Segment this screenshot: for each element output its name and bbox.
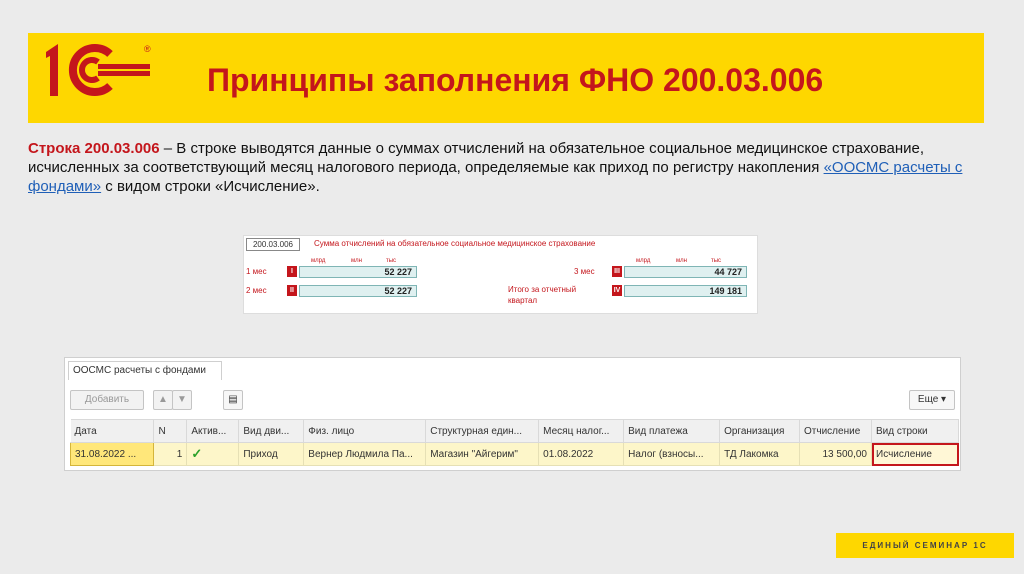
table-row[interactable]: 31.08.2022 ... 1 ✓ Приход Вернер Людмила… <box>69 442 959 466</box>
add-button[interactable]: Добавить <box>70 390 144 410</box>
more-button-label: Еще <box>917 394 939 405</box>
cell-active[interactable]: ✓ <box>186 442 240 466</box>
move-down-icon[interactable]: ▼ <box>172 390 192 410</box>
form-row-label: 3 мес <box>574 267 595 276</box>
tab-oosms[interactable]: ООСМС расчеты с фондами <box>68 361 222 380</box>
form-row-box: III <box>612 266 622 277</box>
paragraph-text-1: – В строке выводятся данные о суммах отч… <box>28 140 925 176</box>
cell-line-type[interactable]: Исчисление <box>871 442 959 466</box>
cell-person[interactable]: Вернер Людмила Па... <box>303 442 427 466</box>
col-payment[interactable]: Вид платежа <box>623 419 721 443</box>
col-org[interactable]: Организация <box>719 419 801 443</box>
col-n[interactable]: N <box>153 419 188 443</box>
cell-unit[interactable]: Магазин "Айгерим" <box>425 442 540 466</box>
form-row-box: I <box>287 266 297 277</box>
form-row-label: 2 мес <box>246 286 267 295</box>
col-month[interactable]: Месяц налог... <box>538 419 625 443</box>
form-row-box: II <box>287 285 297 296</box>
line-code-label: Строка 200.03.006 <box>28 140 160 157</box>
form-row-box: IV <box>612 285 622 296</box>
form-row-label-2: квартал <box>508 296 538 305</box>
form-row-label: Итого за отчетный <box>508 285 577 294</box>
register-grid: Дата N Актив... Вид дви... Физ. лицо Стр… <box>69 419 959 466</box>
cell-org[interactable]: ТД Лакомка <box>719 442 801 466</box>
paragraph-text-2: с видом строки «Исчисление». <box>101 178 320 195</box>
page-title: Принципы заполнения ФНО 200.03.006 <box>207 62 824 98</box>
form-value-field: 44 727 <box>624 266 747 278</box>
register-list-panel: ООСМС расчеты с фондами Добавить ▲ ▼ ▤ Е… <box>64 357 961 471</box>
cell-movement[interactable]: Приход <box>238 442 305 466</box>
form-cap: тыс <box>386 258 397 264</box>
1c-logo-icon: ® <box>46 44 151 96</box>
form-line-code: 200.03.006 <box>246 238 300 251</box>
col-date[interactable]: Дата <box>70 419 155 443</box>
form-value-field: 52 227 <box>299 266 417 278</box>
move-up-icon[interactable]: ▲ <box>153 390 173 410</box>
col-movement[interactable]: Вид дви... <box>238 419 305 443</box>
report-icon[interactable]: ▤ <box>223 390 243 410</box>
description-paragraph: Строка 200.03.006 – В строке выводятся д… <box>28 139 978 196</box>
form-row-label: 1 мес <box>246 267 267 276</box>
registered-mark: ® <box>144 44 151 54</box>
col-unit[interactable]: Структурная един... <box>425 419 540 443</box>
footer-badge: ЕДИНЫЙ СЕМИНАР 1С <box>836 533 1014 558</box>
col-line-type[interactable]: Вид строки <box>871 419 959 443</box>
slide: ® Принципы заполнения ФНО 200.03.006 Стр… <box>0 0 1024 574</box>
col-person[interactable]: Физ. лицо <box>303 419 427 443</box>
toolbar: Добавить ▲ ▼ ▤ Еще ▾ <box>65 386 960 416</box>
cell-month[interactable]: 01.08.2022 <box>538 442 625 466</box>
form-cap: тыс <box>711 258 722 264</box>
cell-amount[interactable]: 13 500,00 <box>799 442 872 466</box>
cell-n[interactable]: 1 <box>153 442 188 466</box>
grid-header-row: Дата N Актив... Вид дви... Физ. лицо Стр… <box>70 419 959 443</box>
form-cap: млрд <box>636 258 651 264</box>
form-line-title: Сумма отчислений на обязательное социаль… <box>314 239 596 248</box>
col-active[interactable]: Актив... <box>186 419 240 443</box>
check-icon: ✓ <box>191 446 203 461</box>
form-value-field: 149 181 <box>624 285 747 297</box>
form-cap: млрд <box>311 258 326 264</box>
more-button[interactable]: Еще ▾ <box>909 390 955 410</box>
cell-date[interactable]: 31.08.2022 ... <box>69 442 155 466</box>
cell-payment[interactable]: Налог (взносы... <box>623 442 721 466</box>
col-amount[interactable]: Отчисление <box>799 419 872 443</box>
declaration-form-fragment: 200.03.006 Сумма отчислений на обязатель… <box>243 235 758 314</box>
form-value-field: 52 227 <box>299 285 417 297</box>
form-cap: млн <box>676 258 687 264</box>
form-cap: млн <box>351 258 362 264</box>
